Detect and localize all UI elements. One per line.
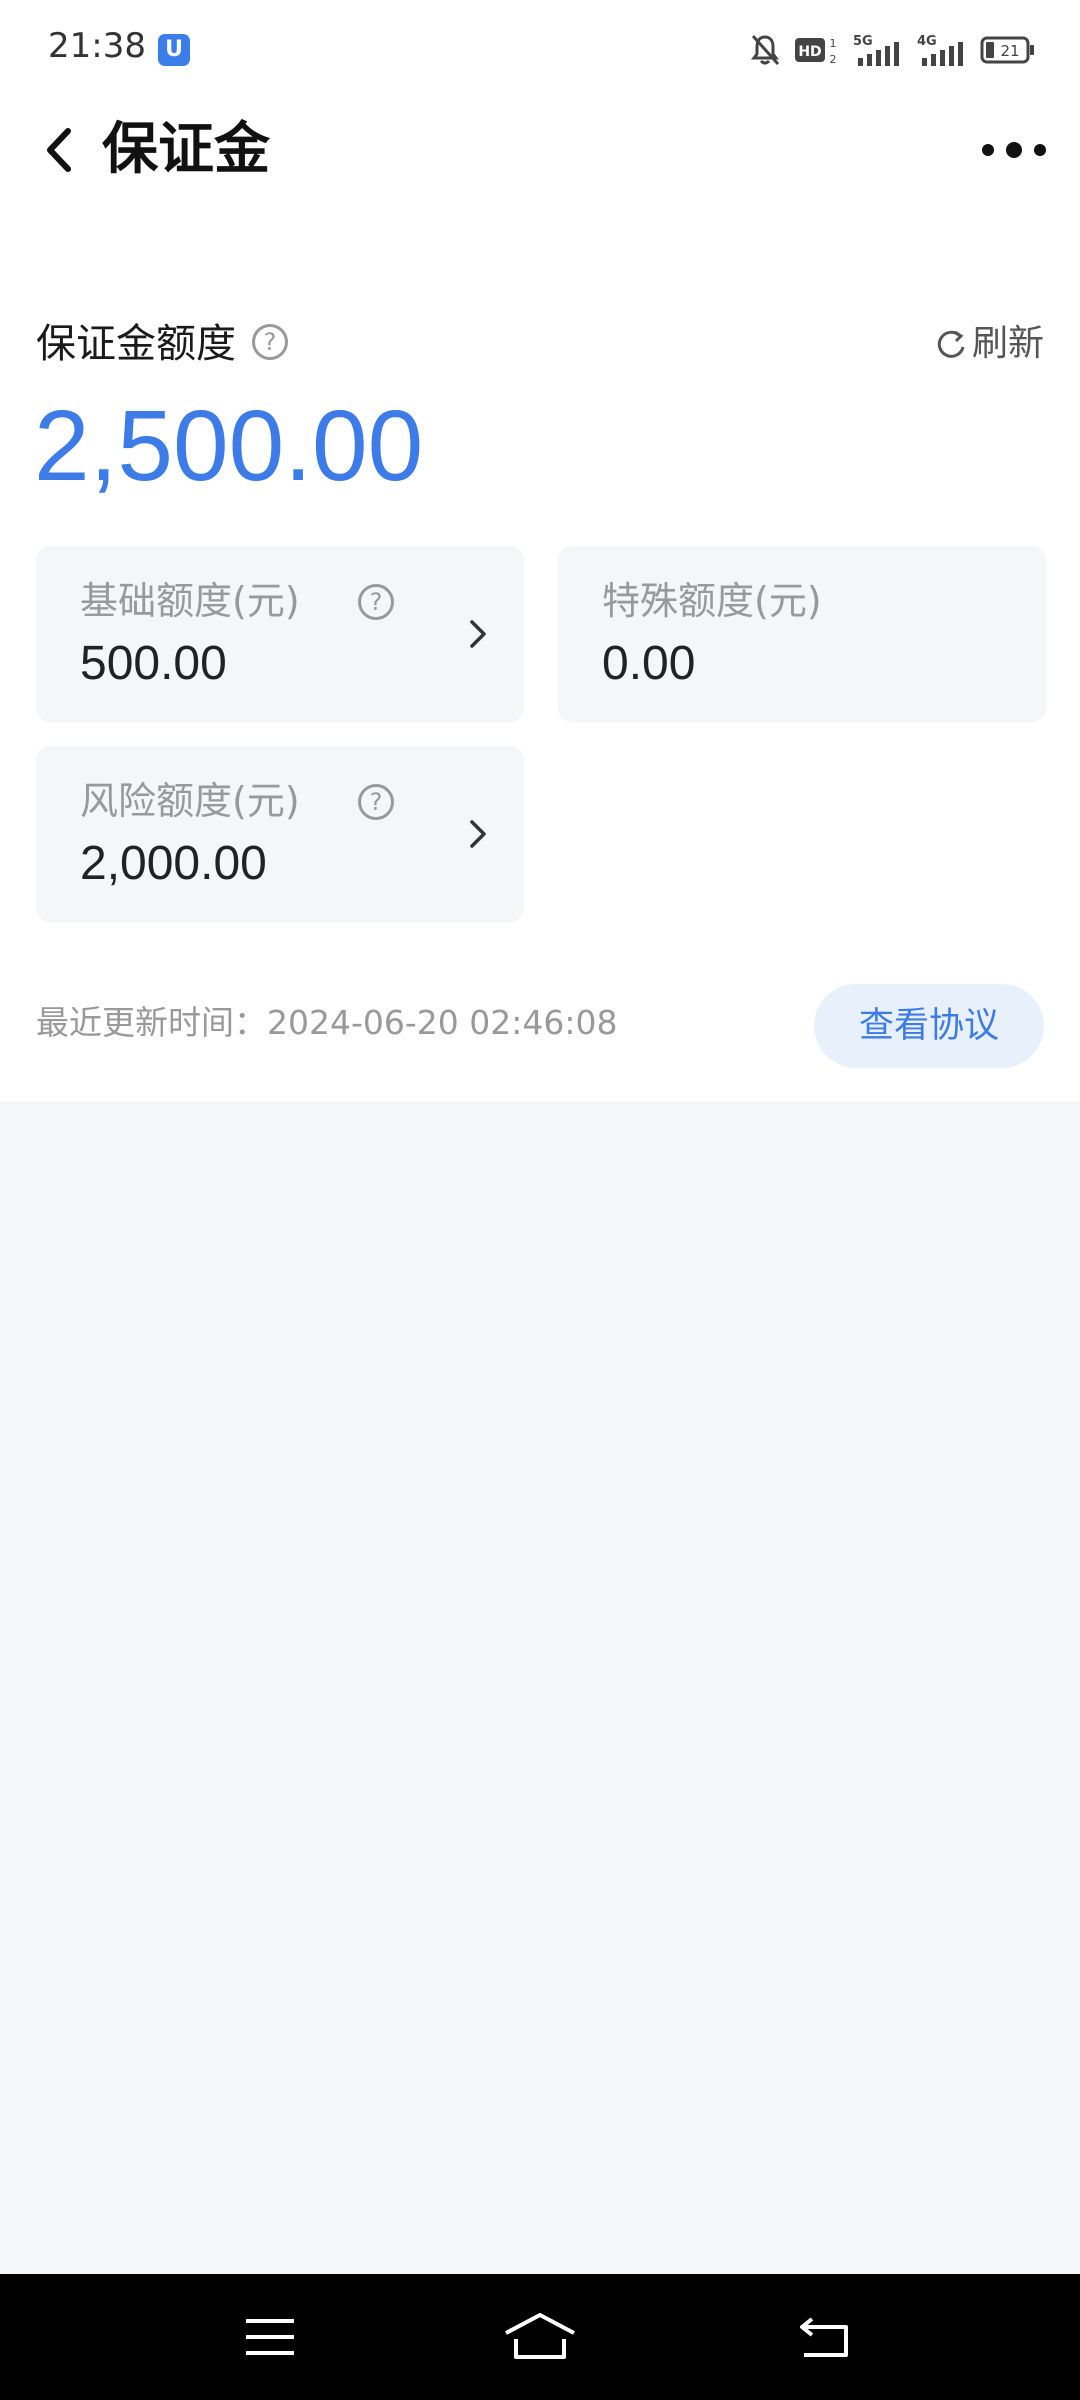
back-icon xyxy=(800,2317,848,2357)
view-agreement-button[interactable]: 查看协议 xyxy=(814,984,1044,1068)
svg-text:2: 2 xyxy=(830,53,837,66)
risk-quota-card[interactable]: 风险额度(元) ? 2,000.00 xyxy=(36,746,524,922)
card-label: 基础额度(元) xyxy=(80,579,300,623)
app-notification-icon: U xyxy=(158,34,190,66)
more-icon xyxy=(982,144,994,156)
deposit-help-icon[interactable]: ? xyxy=(252,324,288,360)
card-label: 特殊额度(元) xyxy=(602,579,822,623)
4g-signal-icon: 4G xyxy=(917,34,963,66)
svg-text:HD: HD xyxy=(798,44,821,60)
home-icon xyxy=(505,2313,575,2359)
battery-icon: 21 xyxy=(980,36,1034,64)
refresh-icon xyxy=(937,330,965,358)
hd-icon: HD 1 2 xyxy=(795,37,837,66)
more-options-button[interactable] xyxy=(982,130,1046,170)
deposit-amount: 2,500.00 xyxy=(34,390,424,502)
chevron-right-icon xyxy=(470,620,486,648)
status-time: 21:38 xyxy=(48,26,146,66)
basic-quota-card[interactable]: 基础额度(元) ? 500.00 xyxy=(36,546,524,722)
card-label: 风险额度(元) xyxy=(80,779,300,823)
page-title: 保证金 xyxy=(102,117,270,182)
refresh-label: 刷新 xyxy=(971,323,1044,364)
chevron-right-icon xyxy=(470,820,486,848)
back-nav-button[interactable] xyxy=(784,2302,864,2372)
special-quota-card: 特殊额度(元) 0.00 xyxy=(558,546,1046,722)
card-value: 500.00 xyxy=(80,637,227,690)
svg-text:4G: 4G xyxy=(917,34,937,49)
card-value: 0.00 xyxy=(602,637,696,690)
menu-icon xyxy=(246,2319,294,2355)
bell-off-icon xyxy=(751,35,780,65)
back-button[interactable] xyxy=(34,118,84,182)
recent-apps-button[interactable] xyxy=(230,2302,310,2372)
last-update-time: 最近更新时间：2024-06-20 02:46:08 xyxy=(36,1003,618,1042)
deposit-label: 保证金额度 xyxy=(36,321,236,367)
home-button[interactable] xyxy=(500,2302,580,2372)
chevron-left-icon xyxy=(47,128,71,172)
svg-text:1: 1 xyxy=(830,37,837,50)
system-nav-bar xyxy=(0,2274,1080,2400)
5g-signal-icon: 5G xyxy=(853,34,899,66)
card-value: 2,000.00 xyxy=(80,837,267,890)
refresh-button[interactable]: 刷新 xyxy=(934,318,1044,370)
basic-quota-help-icon[interactable]: ? xyxy=(358,584,394,620)
svg-text:5G: 5G xyxy=(853,34,873,49)
risk-quota-help-icon[interactable]: ? xyxy=(358,784,394,820)
status-bar: 21:38 U HD 1 2 5G 4G 21 xyxy=(0,0,1080,100)
battery-level: 21 xyxy=(1000,42,1019,60)
status-icons: HD 1 2 5G 4G 21 xyxy=(750,28,1036,72)
